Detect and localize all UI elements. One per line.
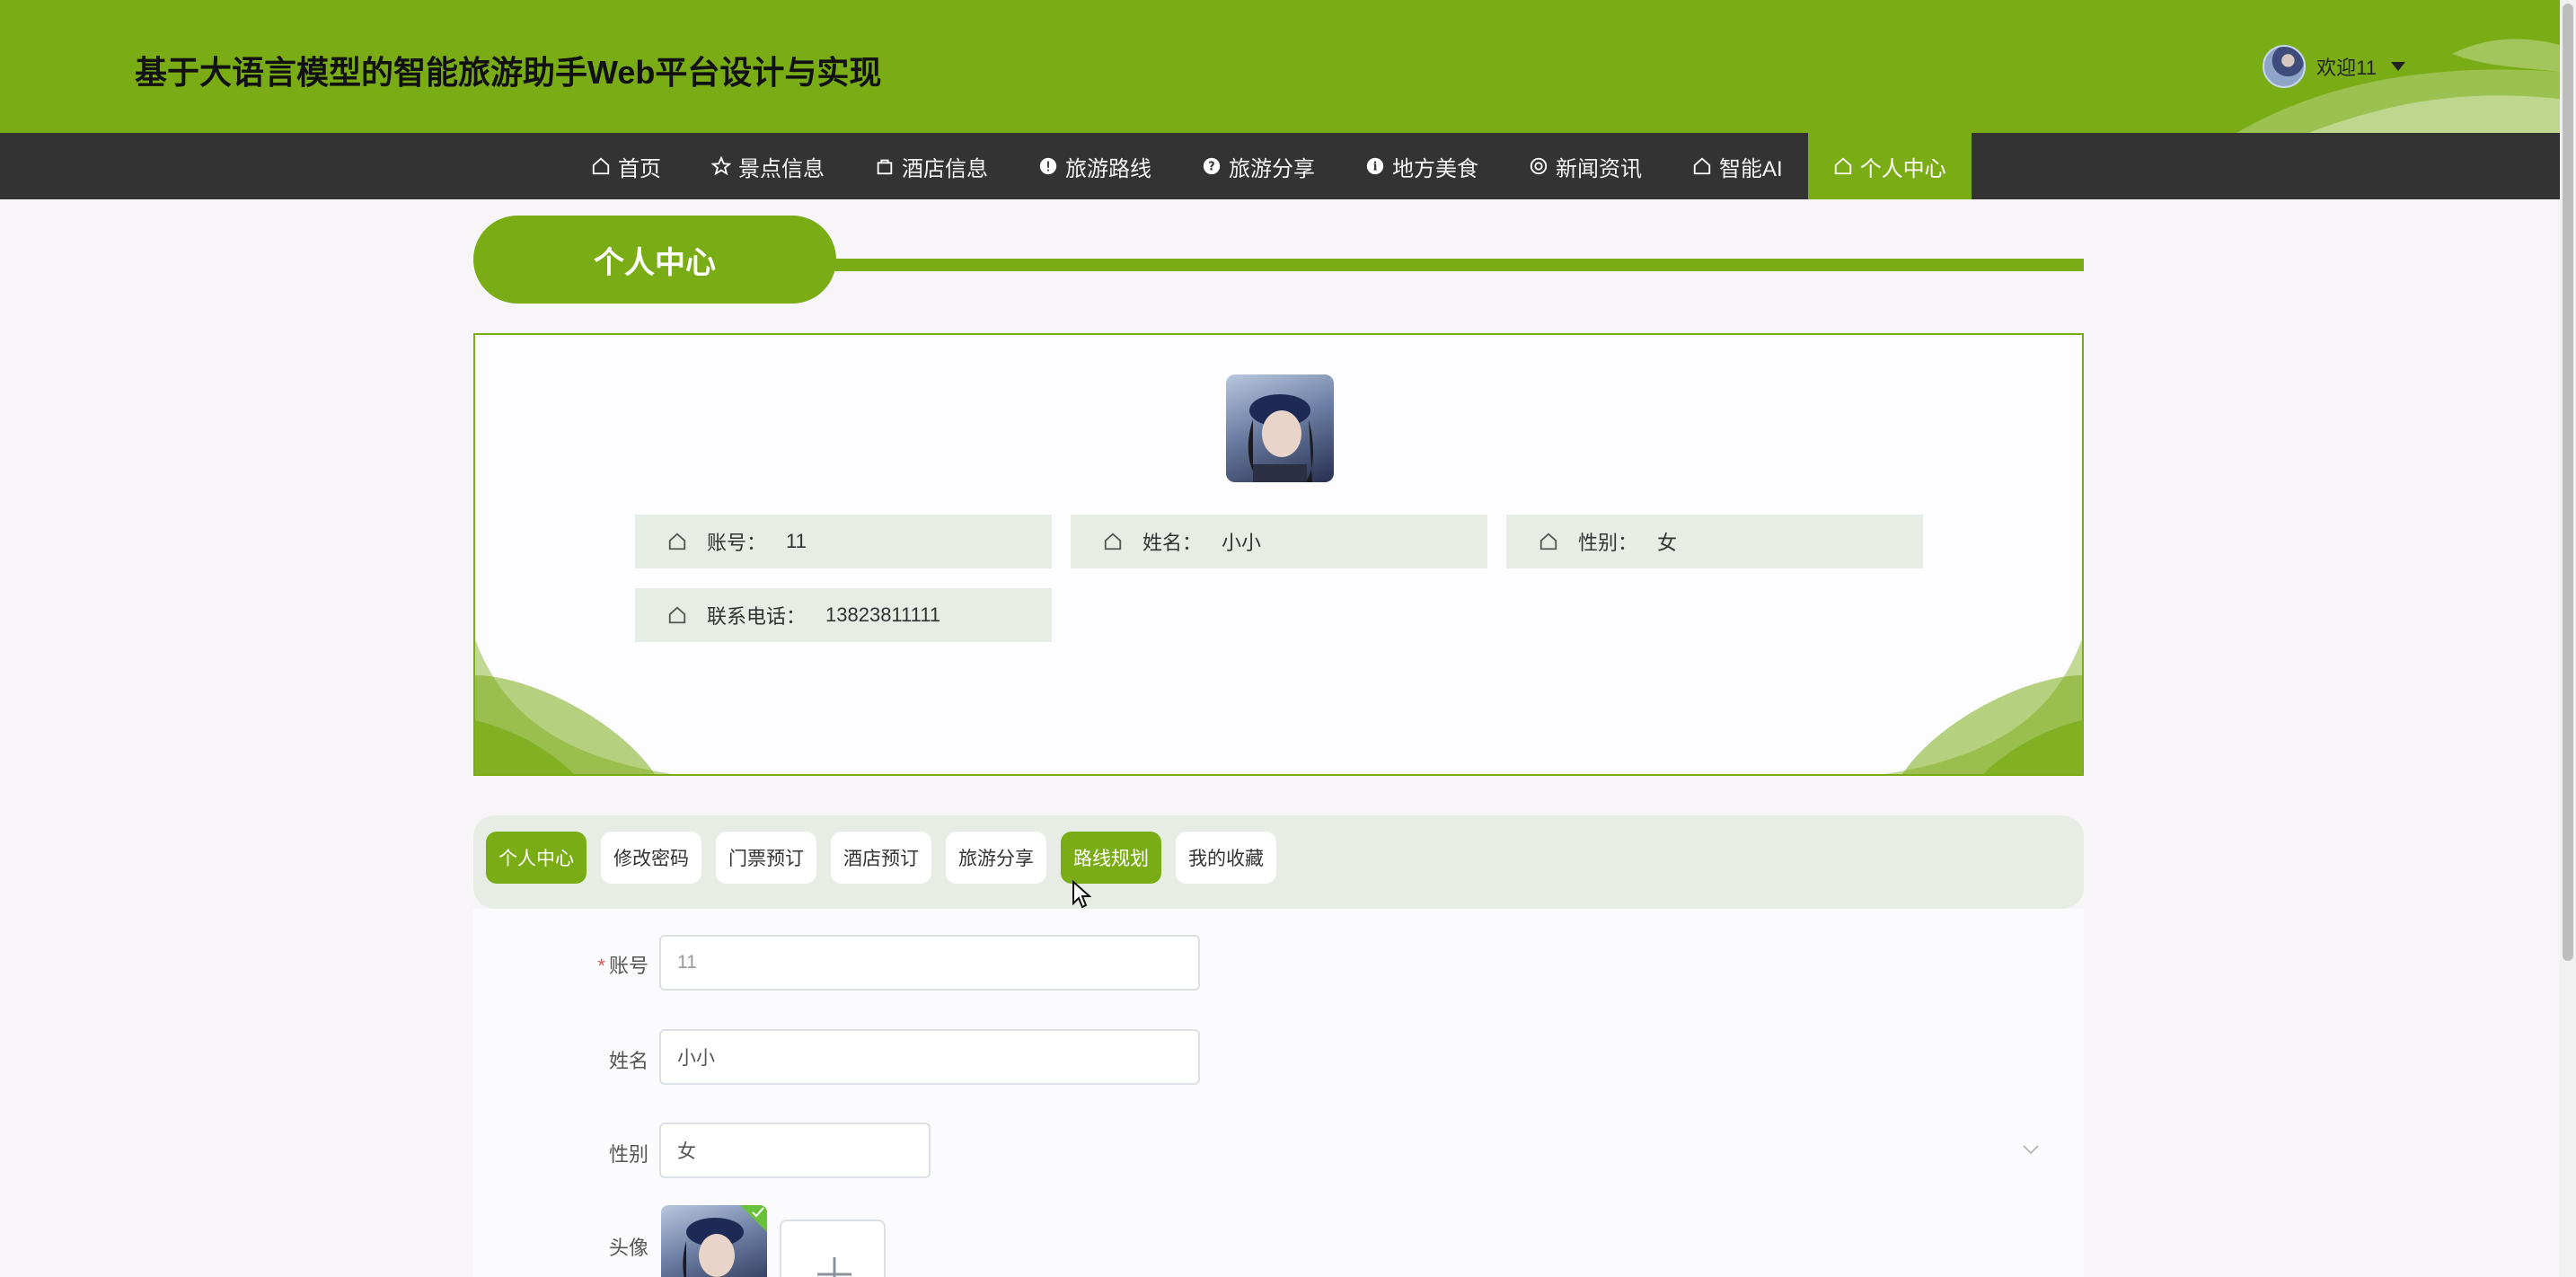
info-label: 姓名： [1142,532,1203,554]
leaf-decoration-left [475,639,673,774]
info-phone: 联系电话： 13823811111 [635,588,1052,642]
scrollbar-thumb[interactable] [2563,4,2573,961]
bag-icon [877,159,893,175]
nav-label: 地方美食 [1392,156,1478,181]
star-icon [711,156,731,176]
top-header: 基于大语言模型的智能旅游助手Web平台设计与实现 欢迎11 [0,0,2560,133]
site-title: 基于大语言模型的智能旅游助手Web平台设计与实现 [135,54,882,91]
info-value: 女 [1657,532,1678,554]
help-icon: ? [1203,157,1221,175]
tab-my-favorites[interactable]: 我的收藏 [1176,832,1276,884]
home-icon [668,606,686,624]
tab-personal-center[interactable]: 个人中心 [486,832,587,884]
check-icon [752,1207,764,1218]
home-icon [1539,533,1557,550]
nav-item-home[interactable]: 首页 [566,133,686,199]
info-gender: 性别： 女 [1506,515,1923,568]
at-icon [1530,157,1548,175]
info-value: 小小 [1222,532,1262,554]
home-icon [1104,533,1122,550]
plus-icon [817,1257,851,1277]
svg-text:?: ? [1208,161,1214,174]
nav-item-personal-center[interactable]: 个人中心 [1807,133,1972,199]
nav-item-routes[interactable]: 旅游路线 [1013,133,1177,199]
svg-text:i: i [1373,161,1378,174]
profile-avatar [1226,374,1334,482]
nav-label: 新闻资讯 [1556,156,1642,181]
info-label: 账号： [707,532,767,554]
tab-ticket-booking[interactable]: 门票预订 [716,832,816,884]
account-input[interactable]: 11 [659,935,1200,991]
user-menu[interactable]: 欢迎11 [2263,41,2405,92]
home-icon [1834,157,1851,175]
nav-item-sharing[interactable]: ? 旅游分享 [1177,133,1340,199]
nav-item-news[interactable]: 新闻资讯 [1504,133,1667,199]
name-input[interactable]: 小小 [659,1029,1200,1085]
nav-item-ai[interactable]: 智能AI [1667,133,1808,199]
nav-label: 首页 [618,156,661,181]
gender-select[interactable]: 女 [659,1123,931,1178]
user-greeting: 欢迎11 [2316,57,2377,79]
info-value: 13823811111 [825,603,941,626]
avatar-photo [1248,394,1313,482]
nav-item-food[interactable]: i 地方美食 [1340,133,1504,199]
info-icon: i [1366,157,1384,175]
section-title: 个人中心 [473,216,836,304]
nav-label: 智能AI [1719,156,1783,181]
gender-field-label: 性别 [608,1143,648,1166]
heading-line [824,259,2084,271]
nav-item-attractions[interactable]: 景点信息 [686,133,850,199]
upload-add-button[interactable] [780,1220,886,1277]
user-avatar [2263,45,2307,88]
center-tab-bar: 个人中心 修改密码 门票预订 酒店预订 旅游分享 路线规划 我的收藏 [473,815,2084,909]
alert-icon [1039,157,1057,175]
leaf-decoration-right [1884,639,2082,774]
tab-change-password[interactable]: 修改密码 [601,832,701,884]
nav-label: 旅游路线 [1065,156,1151,181]
tab-hotel-booking[interactable]: 酒店预订 [831,832,931,884]
nav-label: 个人中心 [1859,156,1946,181]
avatar-field-label: 头像 [608,1237,648,1259]
info-label: 性别： [1578,532,1638,554]
nav-label: 酒店信息 [902,156,988,181]
info-label: 联系电话： [707,605,807,628]
uploaded-avatar-thumb[interactable] [661,1205,767,1277]
profile-card: 账号： 11 姓名： 小小 性别： 女 联系电话： 13823811111 [473,333,2084,776]
tab-route-planning[interactable]: 路线规划 [1061,832,1161,884]
tab-travel-sharing[interactable]: 旅游分享 [946,832,1046,884]
name-field-label: 姓名 [608,1050,648,1072]
account-field-label: * 账号 [473,950,648,979]
home-icon [1693,157,1711,175]
required-mark: * [597,955,605,977]
nav-label: 景点信息 [738,156,825,181]
nav-label: 旅游分享 [1229,156,1315,181]
label-text: 账号 [608,955,648,977]
chevron-down-icon[interactable] [2022,1142,2040,1157]
main-nav: 首页 景点信息 酒店信息 旅游路线 ? 旅游分享 i 地方美食 新闻资讯 智能A… [0,133,2560,199]
page-scrollbar[interactable] [2560,0,2576,1277]
caret-down-icon [2391,62,2405,71]
info-name: 姓名： 小小 [1071,515,1487,568]
info-value: 11 [786,530,807,552]
nav-item-hotels[interactable]: 酒店信息 [850,133,1013,199]
info-account: 账号： 11 [635,515,1052,568]
home-icon [592,157,610,175]
home-icon [668,533,686,550]
section-heading: 个人中心 [473,216,2084,304]
mouse-cursor-icon [1072,880,1091,909]
